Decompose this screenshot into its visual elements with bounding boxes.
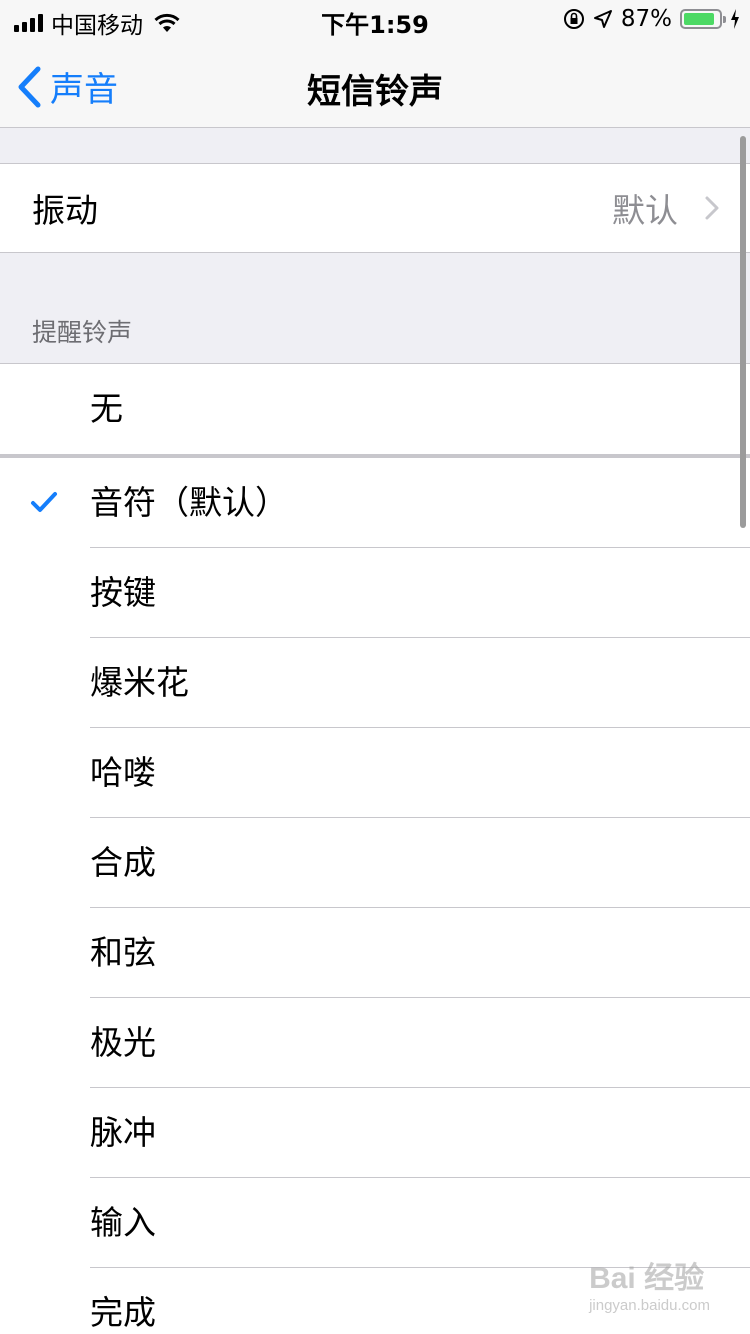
page-title: 短信铃声 (307, 72, 443, 112)
tone-label: 无 (90, 389, 123, 428)
vibration-value: 默认 (612, 191, 678, 230)
tone-row[interactable]: 和弦 (0, 908, 750, 998)
tone-row[interactable]: 合成 (0, 818, 750, 908)
tone-label: 合成 (90, 843, 156, 882)
chevron-right-icon (705, 196, 719, 220)
vibration-label: 振动 (32, 191, 98, 230)
watermark-text: Bai 经验 (589, 1262, 705, 1295)
tone-label: 爆米花 (90, 663, 189, 702)
status-bar: 中国移动 下午1:59 87% (0, 0, 750, 40)
watermark-url: jingyan.baidu.com (589, 1297, 710, 1314)
tone-label: 脉冲 (90, 1113, 156, 1152)
tone-row-none[interactable]: 无 (0, 364, 750, 454)
tone-label: 按键 (90, 573, 156, 612)
location-icon (593, 10, 612, 28)
status-right: 87% (563, 6, 740, 32)
tone-row[interactable]: 哈喽 (0, 728, 750, 818)
tone-label: 音符（默认） (90, 483, 288, 522)
tone-row[interactable]: 极光 (0, 998, 750, 1088)
section-header: 提醒铃声 (0, 253, 750, 363)
charging-icon (731, 9, 739, 29)
battery-icon (680, 9, 726, 29)
tone-label: 极光 (90, 1023, 156, 1062)
vibration-row[interactable]: 振动 默认 (0, 164, 750, 252)
vibration-group: 振动 默认 (0, 163, 750, 253)
tone-row[interactable]: 爆米花 (0, 638, 750, 728)
content: 振动 默认 提醒铃声 无 音符（默认） 按键 爆米花 哈喽 合成 和弦 极光 脉… (0, 128, 750, 1334)
orientation-lock-icon (563, 9, 584, 29)
battery-percent: 87% (620, 6, 672, 32)
navigation-bar: 声音 短信铃声 (0, 40, 750, 128)
tone-list: 无 音符（默认） 按键 爆米花 哈喽 合成 和弦 极光 脉冲 输入 完成 (0, 363, 750, 1334)
tone-label: 哈喽 (90, 753, 156, 792)
battery-fill (684, 13, 714, 25)
tone-row[interactable]: 音符（默认） (0, 458, 750, 548)
tone-row[interactable]: 脉冲 (0, 1088, 750, 1178)
tone-label: 输入 (90, 1203, 156, 1242)
scrollbar[interactable] (740, 136, 746, 528)
tone-label: 完成 (90, 1293, 156, 1332)
tone-label: 和弦 (90, 933, 156, 972)
watermark: Bai 经验 jingyan.baidu.com (589, 1253, 710, 1314)
tone-row[interactable]: 按键 (0, 548, 750, 638)
checkmark-icon (31, 492, 57, 512)
section-header-label: 提醒铃声 (32, 318, 133, 347)
